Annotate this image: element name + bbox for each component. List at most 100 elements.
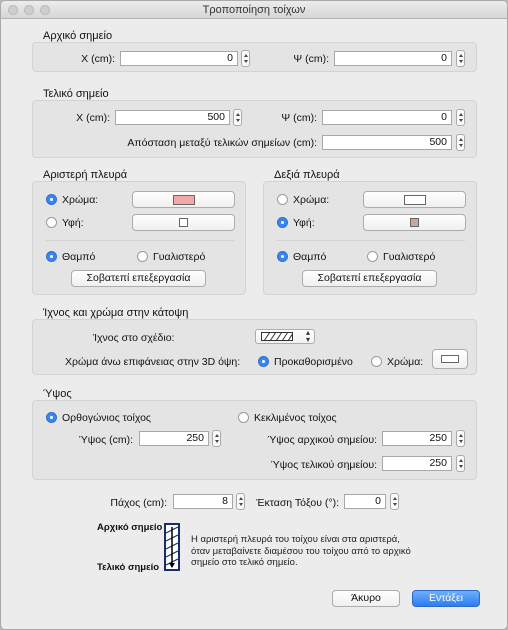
right-matt-radio[interactable] bbox=[277, 251, 288, 262]
stepper-up-icon[interactable] bbox=[458, 54, 463, 57]
stepper-up-icon[interactable] bbox=[235, 113, 240, 116]
left-baseboard-button[interactable]: Σοβατεπί επεξεργασία bbox=[71, 270, 206, 287]
stepper-down-icon[interactable] bbox=[458, 144, 463, 147]
right-baseboard-button[interactable]: Σοβατεπί επεξεργασία bbox=[302, 270, 437, 287]
legend-info-text: Η αριστερή πλευρά του τοίχου είναι στα α… bbox=[191, 534, 411, 569]
end-height-stepper[interactable] bbox=[456, 455, 465, 472]
top-color-swatch bbox=[441, 355, 459, 363]
start-point-header: Αρχικό σημείο bbox=[43, 30, 113, 42]
cancel-button[interactable]: Άκυρο bbox=[332, 590, 400, 607]
wall-height-label: Ύψος (cm): bbox=[78, 434, 133, 446]
stepper-up-icon[interactable] bbox=[458, 113, 463, 116]
right-texture-swatch bbox=[410, 218, 419, 227]
right-texture-radio[interactable] bbox=[277, 217, 288, 228]
stepper-up-icon[interactable] bbox=[458, 138, 463, 141]
rectangular-wall-label: Ορθογώνιος τοίχος bbox=[62, 412, 151, 424]
right-color-swatch bbox=[404, 195, 426, 205]
legend-start-label: Αρχικό σημείο bbox=[97, 522, 163, 533]
left-texture-radio[interactable] bbox=[46, 217, 57, 228]
top-color-label: Χρώμα άνω επιφάνειας στην 3D όψη: bbox=[65, 356, 241, 368]
start-y-stepper[interactable] bbox=[456, 50, 465, 67]
start-y-label: Ψ (cm): bbox=[293, 53, 329, 65]
end-height-input[interactable]: 250 bbox=[382, 456, 452, 471]
close-window-icon[interactable] bbox=[8, 5, 18, 15]
arc-extent-input[interactable]: 0 bbox=[344, 494, 386, 509]
distance-stepper[interactable] bbox=[456, 134, 465, 151]
start-x-label: X (cm): bbox=[81, 53, 115, 65]
wall-direction-icon bbox=[164, 523, 180, 571]
end-y-input[interactable]: 0 bbox=[322, 110, 452, 125]
start-height-stepper[interactable] bbox=[456, 430, 465, 447]
wall-height-stepper[interactable] bbox=[212, 430, 221, 447]
modify-walls-dialog: Τροποποίηση τοίχων Αρχικό σημείο X (cm):… bbox=[0, 0, 508, 630]
top-default-radio[interactable] bbox=[258, 356, 269, 367]
left-color-button[interactable] bbox=[132, 191, 235, 208]
right-matt-label: Θαμπό bbox=[293, 251, 327, 263]
legend-info-line: όταν μεταβαίνετε διαμέσου του τοίχου από… bbox=[191, 545, 411, 557]
legend-end-label: Τελικό σημείο bbox=[97, 562, 160, 573]
minimize-window-icon[interactable] bbox=[24, 5, 34, 15]
plan-pattern-label: Ίχνος στο σχέδιο: bbox=[93, 332, 175, 344]
left-color-radio[interactable] bbox=[46, 194, 57, 205]
title-bar: Τροποποίηση τοίχων bbox=[1, 1, 507, 19]
stepper-down-icon[interactable] bbox=[392, 503, 397, 506]
stepper-down-icon[interactable] bbox=[458, 60, 463, 63]
start-x-input[interactable]: 0 bbox=[120, 51, 238, 66]
left-separator bbox=[46, 240, 234, 241]
height-header: Ύψος bbox=[43, 388, 72, 400]
end-x-label: X (cm): bbox=[76, 112, 110, 124]
legend-info-line: Η αριστερή πλευρά του τοίχου είναι στα α… bbox=[191, 534, 400, 545]
window-title: Τροποποίηση τοίχων bbox=[202, 4, 306, 16]
start-y-input[interactable]: 0 bbox=[334, 51, 452, 66]
rectangular-wall-radio[interactable] bbox=[46, 412, 57, 423]
wall-height-input[interactable]: 250 bbox=[139, 431, 209, 446]
distance-input[interactable]: 500 bbox=[322, 135, 452, 150]
sloping-wall-radio[interactable] bbox=[238, 412, 249, 423]
left-glossy-label: Γυαλιστερό bbox=[153, 251, 206, 263]
stepper-down-icon[interactable] bbox=[238, 503, 243, 506]
stepper-up-icon[interactable] bbox=[243, 54, 248, 57]
end-y-stepper[interactable] bbox=[456, 109, 465, 126]
stepper-down-icon[interactable] bbox=[235, 119, 240, 122]
zoom-window-icon[interactable] bbox=[40, 5, 50, 15]
stepper-up-icon[interactable] bbox=[392, 497, 397, 500]
left-glossy-radio[interactable] bbox=[137, 251, 148, 262]
left-texture-button[interactable] bbox=[132, 214, 235, 231]
stepper-up-icon[interactable] bbox=[214, 434, 219, 437]
start-height-label: Ύψος αρχικού σημείου: bbox=[267, 434, 377, 446]
start-height-input[interactable]: 250 bbox=[382, 431, 452, 446]
right-texture-label: Υφή: bbox=[293, 217, 315, 229]
left-texture-label: Υφή: bbox=[62, 217, 84, 229]
stepper-down-icon[interactable] bbox=[458, 465, 463, 468]
right-separator bbox=[277, 240, 465, 241]
top-default-label: Προκαθορισμένο bbox=[274, 356, 353, 368]
stepper-up-icon[interactable] bbox=[238, 497, 243, 500]
right-glossy-radio[interactable] bbox=[367, 251, 378, 262]
stepper-down-icon[interactable] bbox=[458, 119, 463, 122]
right-glossy-label: Γυαλιστερό bbox=[383, 251, 436, 263]
ok-button[interactable]: Εντάξει bbox=[412, 590, 480, 607]
stepper-down-icon[interactable] bbox=[214, 440, 219, 443]
plan-pattern-popup[interactable]: ▴ ▾ bbox=[255, 329, 315, 344]
start-x-stepper[interactable] bbox=[241, 50, 250, 67]
thickness-stepper[interactable] bbox=[236, 493, 245, 510]
end-height-label: Ύψος τελικού σημείου: bbox=[270, 459, 377, 471]
stepper-up-icon[interactable] bbox=[458, 459, 463, 462]
arc-extent-label: Έκταση Τόξου (°): bbox=[256, 497, 339, 509]
end-point-header: Τελικό σημείο bbox=[43, 88, 109, 100]
right-color-button[interactable] bbox=[363, 191, 466, 208]
left-matt-radio[interactable] bbox=[46, 251, 57, 262]
left-side-header: Αριστερή πλευρά bbox=[43, 169, 128, 181]
top-color-radio[interactable] bbox=[371, 356, 382, 367]
stepper-down-icon[interactable] bbox=[458, 440, 463, 443]
right-color-radio[interactable] bbox=[277, 194, 288, 205]
right-texture-button[interactable] bbox=[363, 214, 466, 231]
end-x-stepper[interactable] bbox=[233, 109, 242, 126]
stepper-down-icon[interactable] bbox=[243, 60, 248, 63]
arc-extent-stepper[interactable] bbox=[390, 493, 399, 510]
end-x-input[interactable]: 500 bbox=[115, 110, 230, 125]
left-color-label: Χρώμα: bbox=[62, 194, 99, 206]
thickness-input[interactable]: 8 bbox=[173, 494, 233, 509]
top-color-button[interactable] bbox=[432, 349, 468, 369]
stepper-up-icon[interactable] bbox=[458, 434, 463, 437]
